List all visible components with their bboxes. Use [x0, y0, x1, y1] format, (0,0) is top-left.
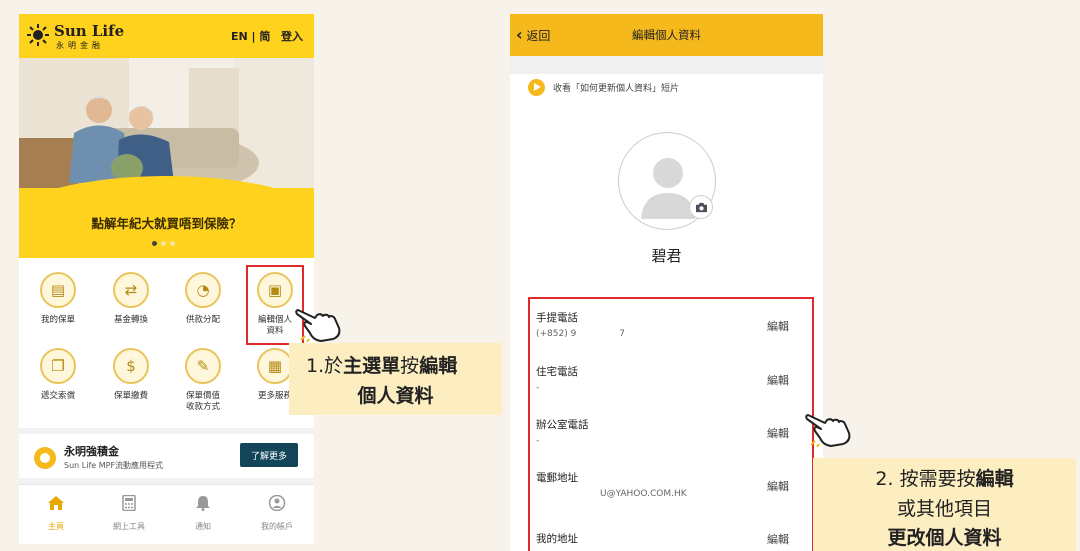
menu-item-payout[interactable]: ✎ 保單價值 收款方式 — [169, 348, 237, 413]
tab-label: 我的帳戶 — [261, 522, 293, 531]
step-number: 1. — [306, 355, 325, 377]
step-1-line-1: 1.於主選單按編輯 — [306, 351, 457, 378]
policy-icon: ▤ — [40, 272, 76, 308]
tab-online-tools[interactable]: 網上工具 — [99, 494, 159, 532]
step-text: 於 — [324, 355, 344, 377]
pointing-hand-icon — [295, 309, 341, 342]
tab-label: 主頁 — [48, 522, 64, 531]
tab-home[interactable]: 主頁 — [26, 495, 86, 532]
brand-name-en: Sun Life — [54, 22, 125, 40]
bell-icon — [196, 496, 210, 511]
camera-icon[interactable] — [689, 195, 713, 219]
step-emphasis: 編輯 — [419, 355, 458, 377]
menu-item-label: 基金轉換 — [113, 315, 148, 325]
claim-document-icon: ❐ — [40, 348, 76, 384]
tab-label: 通知 — [195, 522, 211, 531]
camera-glyph — [695, 202, 707, 212]
mpf-sun-icon — [34, 447, 56, 469]
step-2-callout: 2. 按需要按編輯 或其他項目 更改個人資料 — [813, 458, 1076, 551]
elderly-couple-photo — [19, 58, 314, 188]
payout-icon: ✎ — [185, 348, 221, 384]
highlight-box-contact-fields — [528, 297, 814, 551]
home-screen: Sun Life 永明金融 EN | 简 登入 點解年紀大就買唔到保險？ ▤ 我… — [19, 14, 314, 544]
step-2-line-2: 或其他項目 — [896, 498, 992, 520]
mpf-promo: 永明強積金 Sun Life MPF流動應用程式 了解更多 — [19, 428, 314, 484]
tab-my-account[interactable]: 我的帳戶 — [247, 494, 307, 532]
home-icon — [48, 496, 64, 510]
profile-header: ‹ 返回 編輯個人資料 — [510, 14, 823, 56]
carousel-dot[interactable] — [152, 241, 157, 246]
page-title: 編輯個人資料 — [632, 28, 701, 42]
menu-item-payment[interactable]: $ 保單繳費 — [97, 348, 165, 402]
step-text: 按 — [400, 355, 420, 377]
play-icon — [528, 79, 545, 96]
promo-banner[interactable]: 點解年紀大就買唔到保險？ — [19, 58, 314, 258]
step-1-callout: 1.於主選單按編輯 個人資料 — [289, 343, 502, 415]
menu-item-label: 保單繳費 — [113, 391, 148, 401]
banner-text: 點解年紀大就買唔到保險？ — [91, 216, 242, 231]
sun-life-logo[interactable]: Sun Life 永明金融 — [27, 21, 157, 53]
step-text: 2. 按需要按 — [875, 468, 976, 490]
calculator-icon — [122, 494, 136, 512]
grid-icon: ▦ — [257, 348, 293, 384]
edit-profile-screen: ‹ 返回 編輯個人資料 收看「如何更新個人資料」短片 碧君 手提電話 (+852… — [510, 14, 823, 551]
home-header: Sun Life 永明金融 EN | 简 登入 — [19, 14, 314, 58]
carousel-dots[interactable] — [152, 241, 175, 246]
bottom-tab-bar: 主頁 網上工具 通知 我的帳戶 — [19, 484, 314, 544]
menu-item-fund-switch[interactable]: ⇄ 基金轉換 — [97, 272, 165, 326]
carousel-dot[interactable] — [170, 241, 175, 246]
pointing-hand-icon — [805, 414, 851, 447]
user-icon — [268, 494, 286, 512]
menu-item-contribution[interactable]: ◔ 供款分配 — [169, 272, 237, 326]
carousel-dot[interactable] — [161, 241, 166, 246]
tab-label: 網上工具 — [113, 522, 145, 531]
step-2-line-3: 更改個人資料 — [887, 527, 1002, 549]
step-2-line-1: 2. 按需要按編輯 — [813, 464, 1076, 491]
fund-switch-icon: ⇄ — [113, 272, 149, 308]
step-1-line-2: 個人資料 — [357, 385, 434, 407]
menu-item-label: 遞交索償 — [40, 391, 75, 401]
mpf-subtitle: Sun Life MPF流動應用程式 — [64, 461, 164, 470]
menu-item-label: 供款分配 — [185, 315, 220, 325]
tab-notifications[interactable]: 通知 — [173, 495, 233, 532]
sun-icon — [27, 24, 49, 46]
learn-more-button[interactable]: 了解更多 — [240, 443, 298, 467]
brand-name-zh: 永明金融 — [56, 41, 104, 50]
menu-item-my-policy[interactable]: ▤ 我的保單 — [24, 272, 92, 326]
login-link[interactable]: 登入 — [281, 28, 303, 44]
step-emphasis: 主選單 — [343, 355, 401, 377]
mpf-title: 永明強積金 — [64, 445, 119, 458]
header-divider — [510, 56, 823, 74]
video-link-text: 收看「如何更新個人資料」短片 — [553, 84, 680, 94]
pie-chart-icon: ◔ — [185, 272, 221, 308]
payment-icon: $ — [113, 348, 149, 384]
language-toggle[interactable]: EN | 简 — [231, 28, 270, 44]
menu-item-claim[interactable]: ❐ 遞交索償 — [24, 348, 92, 402]
profile-name: 碧君 — [651, 247, 682, 265]
menu-item-label: 保單價值 收款方式 — [185, 391, 220, 412]
step-emphasis: 編輯 — [975, 468, 1014, 490]
menu-item-label: 我的保單 — [40, 315, 75, 325]
